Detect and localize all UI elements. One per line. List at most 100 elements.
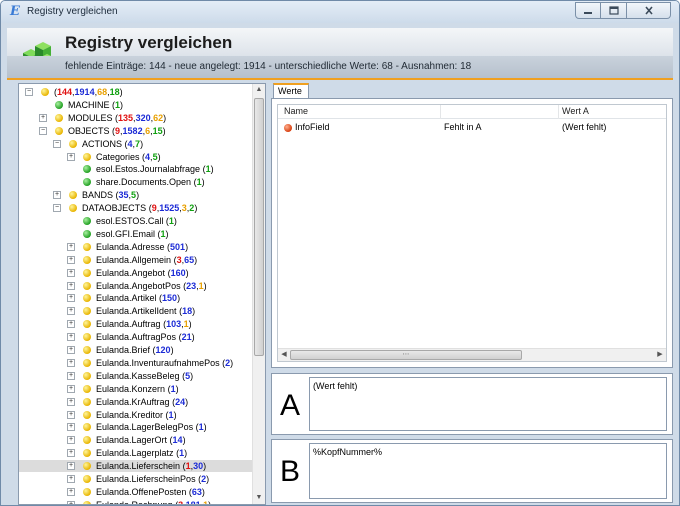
tree-node[interactable]: esol.ESTOS.Call (1) xyxy=(19,215,253,227)
tree-node[interactable]: esol.GFI.Email (1) xyxy=(19,228,253,240)
tree-node[interactable]: − ACTIONS (4,7) xyxy=(19,138,253,150)
scroll-thumb[interactable] xyxy=(254,98,264,356)
expand-plus-icon[interactable]: + xyxy=(67,436,75,445)
tree-node[interactable]: + Eulanda.Brief (120) xyxy=(19,344,253,356)
tree-node-count: ) xyxy=(203,280,207,291)
expand-plus-icon[interactable]: + xyxy=(67,152,75,161)
title-bar[interactable]: E Registry vergleichen xyxy=(1,1,679,23)
expand-plus-icon[interactable]: + xyxy=(67,423,75,432)
values-grid[interactable]: Name Wert A InfoField Fehlt in A (Wert f… xyxy=(277,104,667,362)
tree-node[interactable]: + MODULES (135,320,62) xyxy=(19,112,253,124)
tree-node[interactable]: + Eulanda.LieferscheinPos (2) xyxy=(19,473,253,485)
tree-node[interactable]: + Eulanda.Konzern (1) xyxy=(19,383,253,395)
expand-plus-icon[interactable]: + xyxy=(67,307,75,316)
expand-plus-icon[interactable]: + xyxy=(67,500,75,504)
tree-node-count: ) xyxy=(203,422,207,433)
collapse-minus-icon[interactable]: − xyxy=(39,126,47,135)
tree-node[interactable]: − OBJECTS (9,1582,6,15) xyxy=(19,125,253,137)
tree-vertical-scrollbar[interactable]: ▲ ▼ xyxy=(252,84,265,504)
tree-node[interactable]: + BANDS (35,5) xyxy=(19,189,253,201)
collapse-minus-icon[interactable]: − xyxy=(53,139,61,148)
tree-node[interactable]: − (144,1914,68,18) xyxy=(19,86,253,98)
scroll-up-icon[interactable]: ▲ xyxy=(253,84,265,96)
tree-node[interactable]: + Eulanda.Adresse (501) xyxy=(19,241,253,253)
status-dot-icon xyxy=(83,255,91,264)
expand-plus-icon[interactable]: + xyxy=(39,113,47,122)
tree-node-label: Eulanda.Brief (120) xyxy=(96,344,174,356)
expand-plus-icon[interactable]: + xyxy=(67,333,75,342)
tree-node-count: 62 xyxy=(153,112,164,123)
status-dot-icon xyxy=(83,307,91,316)
expand-plus-icon[interactable]: + xyxy=(67,358,75,367)
tree-node[interactable]: + Eulanda.OffenePosten (63) xyxy=(19,486,253,498)
expand-plus-icon[interactable]: + xyxy=(67,475,75,483)
tree-node[interactable]: esol.Estos.Journalabfrage (1) xyxy=(19,163,253,175)
tree-node[interactable]: + Eulanda.InventuraufnahmePos (2) xyxy=(19,357,253,369)
tree-node[interactable]: + Eulanda.AngebotPos (23,1) xyxy=(19,280,253,292)
maximize-button[interactable] xyxy=(601,2,627,19)
tree-node-label: BANDS (35,5) xyxy=(82,189,139,201)
tree-node[interactable]: share.Documents.Open (1) xyxy=(19,176,253,188)
tree-node[interactable]: − DATAOBJECTS (9,1525,3,2) xyxy=(19,202,253,214)
tree-node[interactable]: + Eulanda.LagerBelegPos (1) xyxy=(19,421,253,433)
expand-plus-icon[interactable]: + xyxy=(67,320,75,329)
status-dot-icon xyxy=(55,126,63,135)
tree-node[interactable]: + Eulanda.KrAuftrag (24) xyxy=(19,396,253,408)
minimize-button[interactable] xyxy=(575,2,601,19)
value-a-field[interactable]: (Wert fehlt) xyxy=(309,377,667,431)
tree-node[interactable]: + Eulanda.Artikel (150) xyxy=(19,292,253,304)
expand-plus-icon[interactable]: + xyxy=(53,191,61,200)
close-button[interactable] xyxy=(627,2,671,19)
tree-node-name: Eulanda.Brief xyxy=(96,345,153,355)
tree-node[interactable]: MACHINE (1) xyxy=(19,99,253,111)
expand-plus-icon[interactable]: + xyxy=(67,281,75,290)
grid-horizontal-scrollbar[interactable]: ◀ ⋯ ▶ xyxy=(278,348,666,361)
tree-node[interactable]: + Eulanda.Rechnung (3,181,1) xyxy=(19,499,253,504)
tree-node[interactable]: + Eulanda.ArtikelIdent (18) xyxy=(19,305,253,317)
expand-plus-icon[interactable]: + xyxy=(67,384,75,393)
tree-node-count: ) xyxy=(190,370,194,381)
expand-plus-icon[interactable]: + xyxy=(67,346,75,354)
collapse-minus-icon[interactable]: − xyxy=(25,88,33,96)
scroll-right-icon[interactable]: ▶ xyxy=(654,349,666,361)
tree-node-label: esol.Estos.Journalabfrage (1) xyxy=(96,163,214,175)
tree-node-count: ) xyxy=(203,461,207,472)
expand-plus-icon[interactable]: + xyxy=(67,462,75,471)
tree-node-name: Eulanda.Konzern xyxy=(96,383,168,394)
tree-node[interactable]: + Eulanda.LagerOrt (14) xyxy=(19,434,253,446)
tree-node[interactable]: + Eulanda.Lagerplatz (1) xyxy=(19,447,253,459)
expand-plus-icon[interactable]: + xyxy=(67,268,75,277)
expand-plus-icon[interactable]: + xyxy=(67,449,75,458)
value-b-field[interactable]: %KopfNummer% xyxy=(309,443,667,499)
tree-node[interactable]: + Eulanda.Lieferschein (1,30) xyxy=(19,460,253,473)
tree-node[interactable]: + Eulanda.AuftragPos (21) xyxy=(19,331,253,343)
tree-node-label: Eulanda.AuftragPos (21) xyxy=(96,331,195,343)
registry-tree[interactable]: − (144,1914,68,18) MACHINE (1) + MODULES (13… xyxy=(18,83,266,505)
status-dot-icon xyxy=(284,124,292,132)
collapse-minus-icon[interactable]: − xyxy=(53,204,61,213)
tree-node[interactable]: + Eulanda.Angebot (160) xyxy=(19,267,253,279)
column-header-name[interactable]: Name xyxy=(284,106,308,116)
tree-node[interactable]: + Categories (4,5) xyxy=(19,151,253,163)
table-row[interactable]: InfoField Fehlt in A (Wert fehlt) xyxy=(278,121,666,134)
expand-plus-icon[interactable]: + xyxy=(67,371,75,380)
tree-node-count: 144 xyxy=(57,87,73,97)
tree-node-count: 160 xyxy=(170,267,186,278)
tree-node[interactable]: + Eulanda.Auftrag (103,1) xyxy=(19,318,253,330)
expand-plus-icon[interactable]: + xyxy=(67,255,75,264)
tree-node[interactable]: + Eulanda.Kreditor (1) xyxy=(19,409,253,421)
tab-werte[interactable]: Werte xyxy=(273,83,309,99)
expand-plus-icon[interactable]: + xyxy=(67,397,75,406)
tree-node[interactable]: + Eulanda.KasseBeleg (5) xyxy=(19,370,253,382)
column-header-wert-a[interactable]: Wert A xyxy=(562,106,589,116)
expand-plus-icon[interactable]: + xyxy=(67,410,75,419)
expand-plus-icon[interactable]: + xyxy=(67,487,75,496)
tree-node-count: ) xyxy=(162,125,166,136)
tree-node[interactable]: + Eulanda.Allgemein (3,65) xyxy=(19,254,253,266)
tree-node-count: ) xyxy=(177,293,181,304)
horizontal-scroll-thumb[interactable]: ⋯ xyxy=(290,350,522,360)
scroll-down-icon[interactable]: ▼ xyxy=(253,492,265,504)
expand-plus-icon[interactable]: + xyxy=(67,294,75,303)
scroll-left-icon[interactable]: ◀ xyxy=(278,349,290,361)
expand-plus-icon[interactable]: + xyxy=(67,242,75,251)
